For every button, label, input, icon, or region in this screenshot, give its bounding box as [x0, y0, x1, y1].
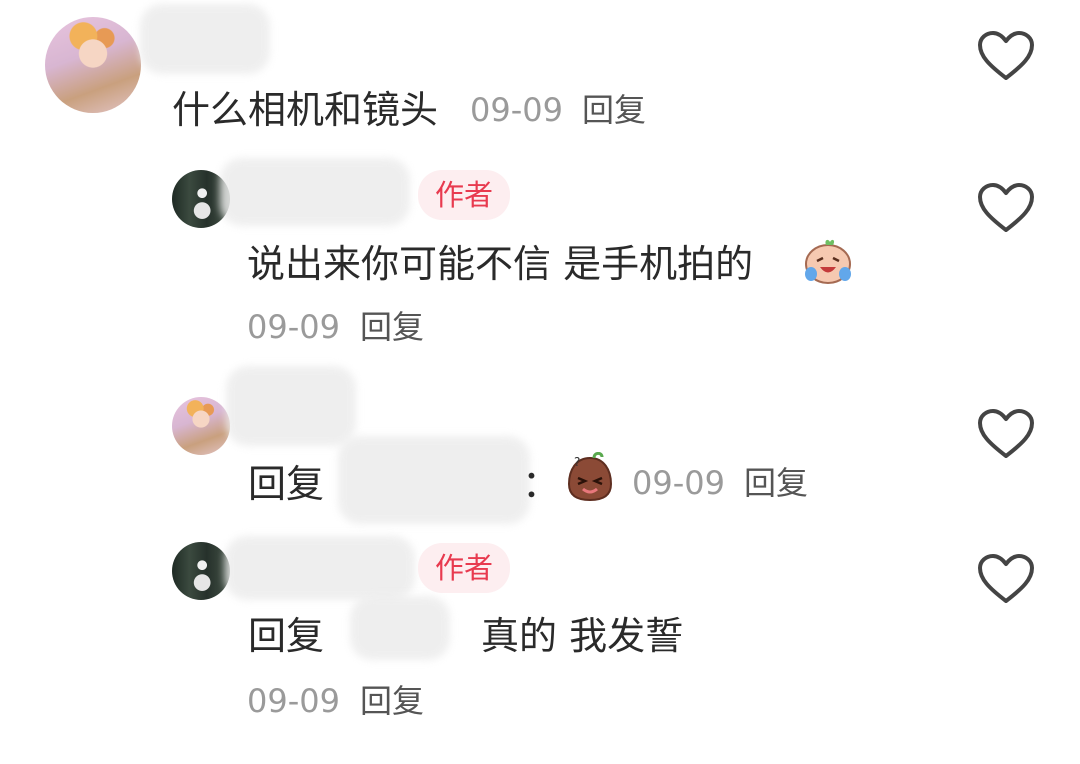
author-badge: 作者: [418, 543, 511, 593]
author-badge: 作者: [418, 170, 511, 220]
like-heart-icon[interactable]: [977, 553, 1035, 605]
like-heart-icon[interactable]: [977, 182, 1035, 234]
svg-text:?: ?: [574, 455, 580, 469]
username-redacted[interactable]: [220, 158, 410, 226]
avatar[interactable]: [45, 17, 141, 113]
comment-text: 说出来你可能不信 是手机拍的: [247, 242, 754, 286]
reply-button[interactable]: 回复: [360, 307, 424, 347]
comment-time: 09-09: [247, 682, 340, 720]
reply-button[interactable]: 回复: [582, 90, 646, 130]
reply-button[interactable]: 回复: [360, 681, 424, 721]
shy-bean-emoji-icon: ?: [567, 452, 613, 502]
username-redacted[interactable]: [225, 536, 415, 600]
username-redacted[interactable]: [140, 4, 270, 74]
like-heart-icon[interactable]: [977, 408, 1035, 460]
comment-time: 09-09: [632, 464, 725, 502]
avatar[interactable]: [172, 397, 230, 455]
comment-time: 09-09: [470, 91, 563, 129]
avatar[interactable]: [172, 542, 230, 600]
reply-prefix: 回复: [248, 462, 325, 506]
comment-text: 真的 我发誓: [481, 614, 684, 658]
reply-colon: ：: [522, 462, 561, 506]
like-heart-icon[interactable]: [977, 30, 1035, 82]
crying-laughing-emoji-icon: [805, 239, 851, 284]
reply-prefix: 回复: [248, 614, 325, 658]
comment-text: 什么相机和镜头: [172, 88, 439, 132]
mentioned-user-redacted[interactable]: [350, 596, 450, 660]
comment-time: 09-09: [247, 308, 340, 346]
username-redacted[interactable]: [226, 366, 356, 446]
mentioned-user-redacted[interactable]: [338, 436, 530, 524]
reply-button[interactable]: 回复: [744, 463, 808, 503]
